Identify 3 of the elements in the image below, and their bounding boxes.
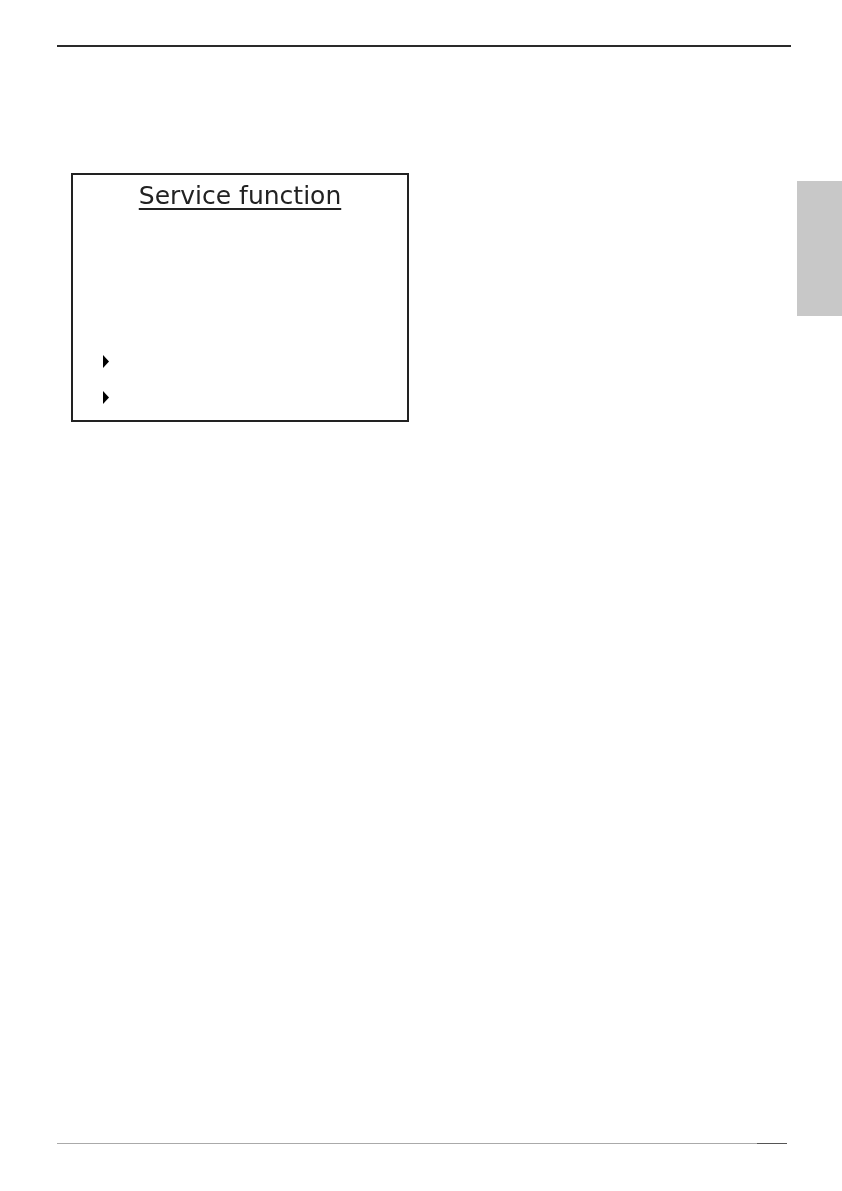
screen-title: Service function [138,181,342,211]
triangle-pointer-icon [103,355,109,368]
triangle-pointer-icon [103,391,109,404]
